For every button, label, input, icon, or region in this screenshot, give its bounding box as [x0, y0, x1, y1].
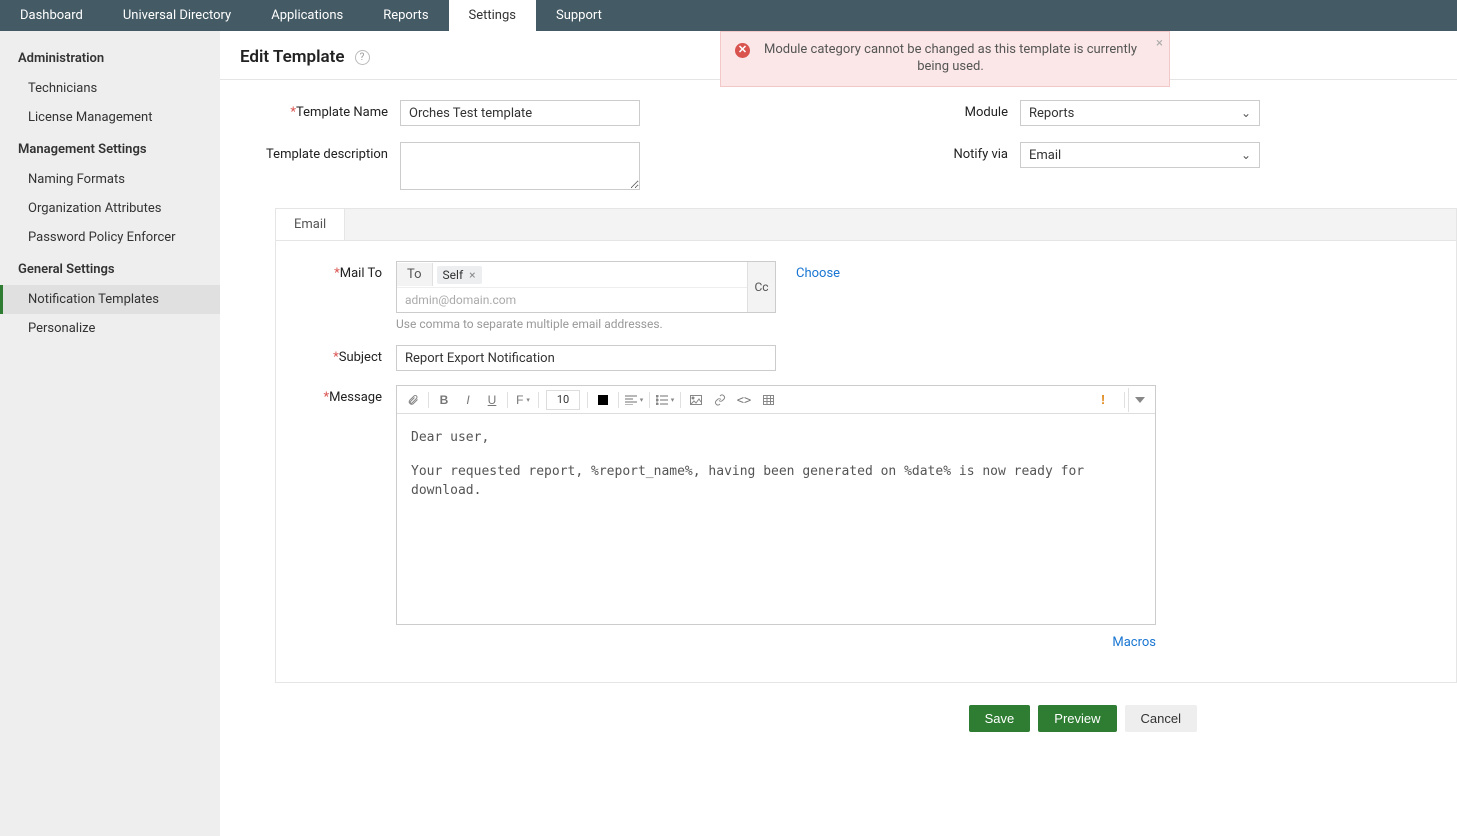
- recipient-chip-self: Self ×: [437, 266, 482, 284]
- sidebar-item-technicians[interactable]: Technicians: [0, 74, 220, 103]
- mail-to-input[interactable]: [397, 288, 747, 312]
- editor-toolbar: B I U F▾ 10: [397, 386, 1155, 414]
- text-color-icon[interactable]: [591, 388, 615, 412]
- nav-tab-support[interactable]: Support: [536, 0, 622, 31]
- email-tabstrip: Email: [276, 209, 1456, 241]
- align-icon[interactable]: ▾: [622, 388, 646, 412]
- input-template-name[interactable]: [400, 100, 640, 126]
- save-button[interactable]: Save: [969, 705, 1031, 732]
- error-message: Module category cannot be changed as thi…: [758, 42, 1143, 76]
- input-subject[interactable]: [396, 345, 776, 371]
- textarea-template-description[interactable]: [400, 142, 640, 190]
- label-mail-to: *Mail To: [316, 261, 396, 287]
- nav-tab-applications[interactable]: Applications: [251, 0, 363, 31]
- label-template-name: *Template Name: [260, 100, 400, 126]
- mail-to-hint: Use comma to separate multiple email add…: [396, 317, 840, 331]
- choose-recipients-link[interactable]: Choose: [796, 261, 840, 313]
- select-module[interactable]: Reports ⌄: [1020, 100, 1260, 126]
- underline-icon[interactable]: U: [480, 388, 504, 412]
- toolbar-more-icon[interactable]: [1128, 388, 1151, 412]
- sidebar-section-administration: Administration: [0, 41, 220, 74]
- mail-to-label: To: [397, 263, 433, 286]
- nav-tab-settings[interactable]: Settings: [449, 0, 536, 31]
- font-family-icon[interactable]: F▾: [511, 388, 535, 412]
- footer-buttons: Save Preview Cancel: [275, 682, 1457, 762]
- sidebar-item-notification-templates[interactable]: Notification Templates: [0, 285, 220, 314]
- editor-body[interactable]: Dear user, Your requested report, %repor…: [397, 414, 1155, 624]
- rich-text-editor: B I U F▾ 10: [396, 385, 1156, 625]
- select-module-value: Reports: [1029, 106, 1074, 121]
- label-message: *Message: [316, 385, 396, 411]
- chevron-down-icon: ⌄: [1241, 106, 1251, 120]
- error-alert: ✕ Module category cannot be changed as t…: [720, 31, 1170, 87]
- italic-icon[interactable]: I: [456, 388, 480, 412]
- cc-toggle[interactable]: Cc: [747, 262, 775, 312]
- list-icon[interactable]: ▾: [653, 388, 677, 412]
- font-size-select[interactable]: 10: [546, 390, 580, 410]
- link-icon[interactable]: [708, 388, 732, 412]
- message-line-1: Dear user,: [411, 428, 1141, 448]
- attach-icon[interactable]: [401, 388, 425, 412]
- label-module: Module: [900, 100, 1020, 126]
- nav-tab-reports[interactable]: Reports: [363, 0, 448, 31]
- mail-to-box: To Self × Cc: [396, 261, 776, 313]
- image-icon[interactable]: [684, 388, 708, 412]
- tab-email[interactable]: Email: [276, 209, 345, 240]
- code-icon[interactable]: <>: [732, 388, 756, 412]
- alert-close-icon[interactable]: ×: [1156, 36, 1163, 53]
- chip-remove-icon[interactable]: ×: [469, 268, 475, 282]
- select-notify-via-value: Email: [1029, 148, 1061, 163]
- label-notify-via: Notify via: [900, 142, 1020, 168]
- nav-tab-universal-directory[interactable]: Universal Directory: [103, 0, 251, 31]
- cancel-button[interactable]: Cancel: [1125, 705, 1197, 732]
- top-nav: Dashboard Universal Directory Applicatio…: [0, 0, 1457, 31]
- error-icon: ✕: [735, 43, 750, 58]
- bold-icon[interactable]: B: [432, 388, 456, 412]
- sidebar-item-password-policy-enforcer[interactable]: Password Policy Enforcer: [0, 223, 220, 252]
- sidebar-item-license-management[interactable]: License Management: [0, 103, 220, 132]
- help-icon[interactable]: ?: [355, 50, 370, 65]
- nav-tab-dashboard[interactable]: Dashboard: [0, 0, 103, 31]
- main-content: ✕ Module category cannot be changed as t…: [220, 31, 1457, 836]
- macros-link[interactable]: Macros: [1112, 635, 1156, 650]
- sidebar-item-organization-attributes[interactable]: Organization Attributes: [0, 194, 220, 223]
- sidebar: Administration Technicians License Manag…: [0, 31, 220, 836]
- message-line-2: Your requested report, %report_name%, ha…: [411, 462, 1141, 501]
- sidebar-section-general-settings: General Settings: [0, 252, 220, 285]
- label-subject: *Subject: [316, 345, 396, 371]
- sidebar-item-personalize[interactable]: Personalize: [0, 314, 220, 343]
- sidebar-section-management-settings: Management Settings: [0, 132, 220, 165]
- sidebar-item-naming-formats[interactable]: Naming Formats: [0, 165, 220, 194]
- chevron-down-icon: ⌄: [1241, 148, 1251, 162]
- warning-icon[interactable]: !: [1091, 388, 1115, 412]
- label-template-description: Template description: [260, 142, 400, 168]
- preview-button[interactable]: Preview: [1038, 705, 1116, 732]
- page-title: Edit Template: [240, 47, 345, 67]
- table-icon[interactable]: [756, 388, 780, 412]
- select-notify-via[interactable]: Email ⌄: [1020, 142, 1260, 168]
